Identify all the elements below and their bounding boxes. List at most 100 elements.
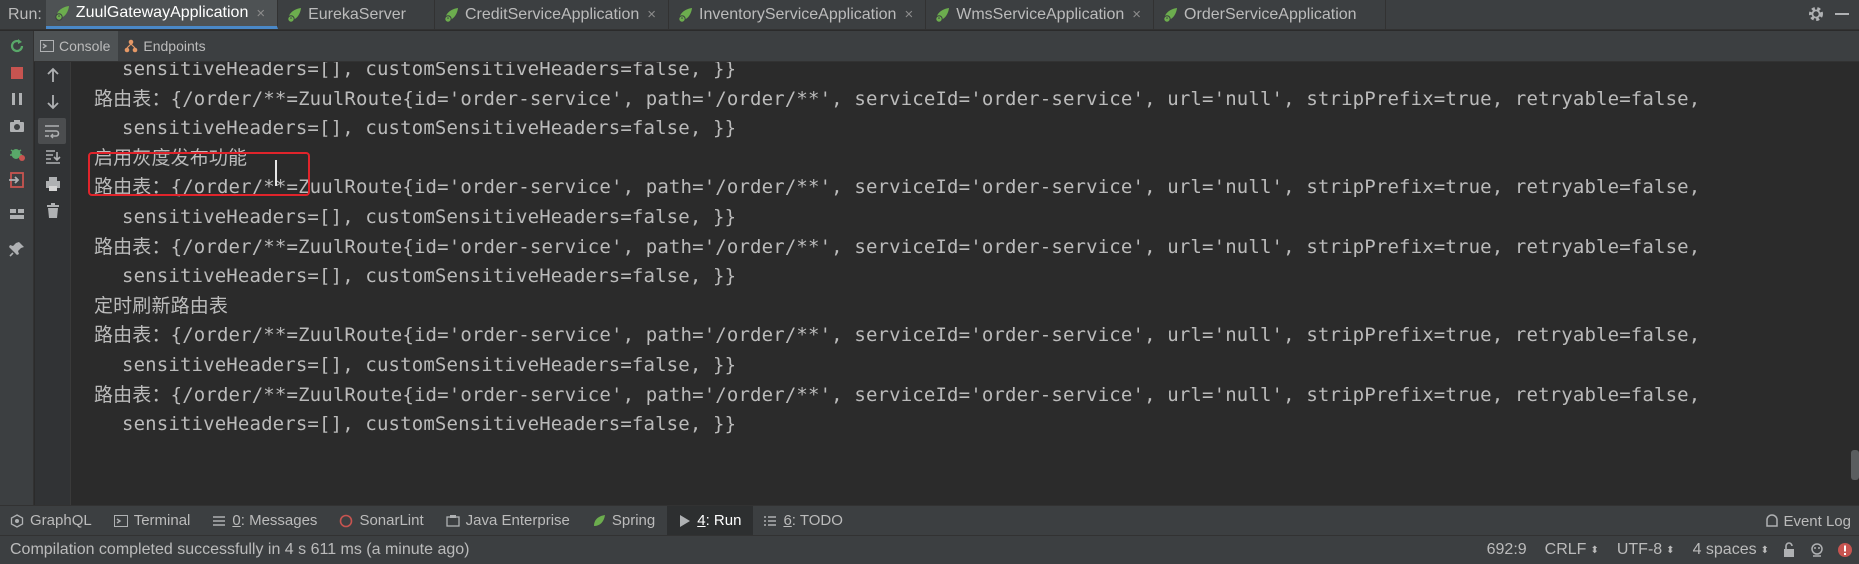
run-tab-label: OrderServiceApplication — [1184, 5, 1357, 23]
exit-icon[interactable] — [8, 171, 26, 189]
spring-boot-icon — [934, 7, 950, 23]
console-line: 路由表：{/order/**=ZuulRoute{id='order-servi… — [94, 176, 1701, 199]
tool-terminal[interactable]: Terminal — [104, 506, 203, 535]
tab-console-label: Console — [59, 38, 111, 54]
lock-icon[interactable] — [1781, 542, 1797, 558]
run-tab-label: InventoryServiceApplication — [699, 5, 897, 23]
tool-sonarlint[interactable]: SonarLint — [329, 506, 435, 535]
run-toolbar — [0, 31, 34, 505]
console-line: sensitiveHeaders=[], customSensitiveHead… — [122, 265, 737, 288]
debug-icon[interactable] — [8, 144, 26, 162]
close-icon[interactable]: × — [647, 6, 656, 23]
tool-spring[interactable]: Spring — [582, 506, 667, 535]
terminal-icon — [113, 514, 128, 528]
java-enterprise-icon — [446, 514, 460, 528]
run-tab-label: WmsServiceApplication — [956, 5, 1125, 23]
tool-run-label: : Run — [705, 512, 742, 529]
indent-setting-label: 4 spaces — [1692, 541, 1757, 558]
todo-icon — [763, 514, 777, 528]
console-toolbar — [35, 62, 71, 505]
tool-run[interactable]: 4: Run — [667, 506, 754, 535]
tool-spring-label: Spring — [611, 512, 656, 529]
close-icon[interactable]: × — [1132, 6, 1141, 23]
close-icon[interactable]: × — [904, 6, 913, 23]
run-tab-label: ZuulGatewayApplication — [75, 4, 249, 21]
close-icon[interactable]: × — [256, 5, 265, 22]
camera-icon[interactable] — [8, 117, 26, 135]
console-line: 定时刷新路由表 — [94, 294, 229, 317]
arrow-up-icon[interactable] — [44, 66, 62, 84]
console-icon — [40, 39, 54, 53]
print-icon[interactable] — [44, 175, 62, 193]
tool-messages-number: 0 — [232, 512, 241, 529]
graphql-icon — [10, 513, 24, 528]
run-play-icon — [677, 514, 691, 528]
tool-window-bar: GraphQL Terminal 0: Messages SonarLint J… — [0, 505, 1859, 535]
rerun-icon[interactable] — [8, 37, 26, 55]
trash-icon[interactable] — [44, 202, 62, 220]
scrollbar-thumb[interactable] — [1851, 450, 1859, 480]
messages-icon — [212, 514, 226, 528]
console-line: 路由表：{/order/**=ZuulRoute{id='order-servi… — [94, 324, 1701, 347]
scroll-to-end-icon[interactable] — [44, 148, 62, 166]
layout-icon[interactable] — [8, 205, 26, 223]
pause-icon[interactable] — [8, 90, 26, 108]
tab-endpoints[interactable]: Endpoints — [118, 31, 213, 61]
file-encoding[interactable]: UTF-8 ⬍ — [1617, 541, 1675, 559]
run-tab-wmsserviceapplication[interactable]: WmsServiceApplication × — [926, 0, 1155, 29]
status-bar: Compilation completed successfully in 4 … — [0, 535, 1859, 564]
run-tab-creditserviceapplication[interactable]: CreditServiceApplication × — [435, 0, 670, 29]
spring-boot-icon — [54, 5, 70, 21]
stop-icon[interactable] — [8, 64, 26, 82]
status-message[interactable]: Compilation completed successfully in 4 … — [0, 541, 469, 559]
tool-java-enterprise[interactable]: Java Enterprise — [436, 506, 582, 535]
tool-graphql[interactable]: GraphQL — [0, 506, 104, 535]
tool-run-number: 4 — [697, 512, 706, 529]
console-line: sensitiveHeaders=[], customSensitiveHead… — [122, 62, 737, 80]
console-subtabs: Console Endpoints — [34, 31, 1859, 62]
run-tab-label: EurekaServer — [308, 5, 406, 23]
tool-todo-label: : TODO — [791, 512, 843, 529]
tool-java-enterprise-label: Java Enterprise — [465, 512, 570, 529]
console-line: sensitiveHeaders=[], customSensitiveHead… — [122, 354, 737, 376]
tool-messages[interactable]: 0: Messages — [202, 506, 329, 535]
event-log-icon — [1765, 514, 1779, 528]
spring-boot-icon — [286, 7, 302, 23]
error-icon[interactable] — [1837, 542, 1853, 558]
gear-icon[interactable] — [1807, 5, 1825, 23]
text-caret — [275, 160, 277, 186]
tool-event-log[interactable]: Event Log — [1765, 506, 1851, 536]
updown-icon: ⬍ — [1666, 544, 1675, 556]
console-line: 路由表：{/order/**=ZuulRoute{id='order-servi… — [94, 87, 1701, 110]
tab-console[interactable]: Console — [34, 31, 119, 61]
tab-endpoints-label: Endpoints — [143, 38, 206, 54]
tool-todo-number: 6 — [783, 512, 792, 529]
indent-setting[interactable]: 4 spaces ⬍ — [1693, 541, 1769, 559]
status-widgets: 692:9 CRLF ⬍ UTF-8 ⬍ 4 spaces ⬍ — [1469, 536, 1853, 564]
run-tab-zuulgatewayapplication[interactable]: ZuulGatewayApplication × — [45, 0, 279, 29]
spring-boot-icon — [443, 7, 459, 23]
soft-wrap-toggle[interactable] — [38, 118, 66, 144]
inspector-icon[interactable] — [1809, 542, 1825, 558]
caret-position[interactable]: 692:9 — [1487, 541, 1527, 559]
console-line: 路由表：{/order/**=ZuulRoute{id='order-servi… — [94, 383, 1701, 406]
run-tab-orderserviceapplication[interactable]: OrderServiceApplication — [1154, 0, 1386, 29]
pin-icon[interactable] — [8, 240, 26, 258]
tool-todo[interactable]: 6: TODO — [753, 506, 854, 535]
tool-messages-label: : Messages — [240, 512, 318, 529]
console-line: sensitiveHeaders=[], customSensitiveHead… — [122, 206, 737, 228]
file-encoding-label: UTF-8 — [1616, 541, 1663, 558]
run-tab-inventoryserviceapplication[interactable]: InventoryServiceApplication × — [669, 0, 927, 29]
arrow-down-icon[interactable] — [44, 93, 62, 111]
console-line: sensitiveHeaders=[], customSensitiveHead… — [122, 117, 737, 140]
console-line: 路由表：{/order/**=ZuulRoute{id='order-servi… — [94, 235, 1701, 258]
console-output[interactable]: sensitiveHeaders=[], customSensitiveHead… — [72, 62, 1859, 505]
line-separator[interactable]: CRLF ⬍ — [1545, 541, 1599, 559]
console-line: sensitiveHeaders=[], customSensitiveHead… — [122, 413, 737, 436]
run-tabs: ZuulGatewayApplication × EurekaServer Credi… — [45, 0, 1386, 29]
run-tab-eurekaserver[interactable]: EurekaServer — [278, 0, 435, 29]
minimize-icon[interactable] — [1835, 13, 1849, 15]
tool-sonarlint-label: SonarLint — [359, 512, 424, 529]
run-label: Run: — [8, 5, 42, 23]
tool-terminal-label: Terminal — [133, 512, 191, 529]
